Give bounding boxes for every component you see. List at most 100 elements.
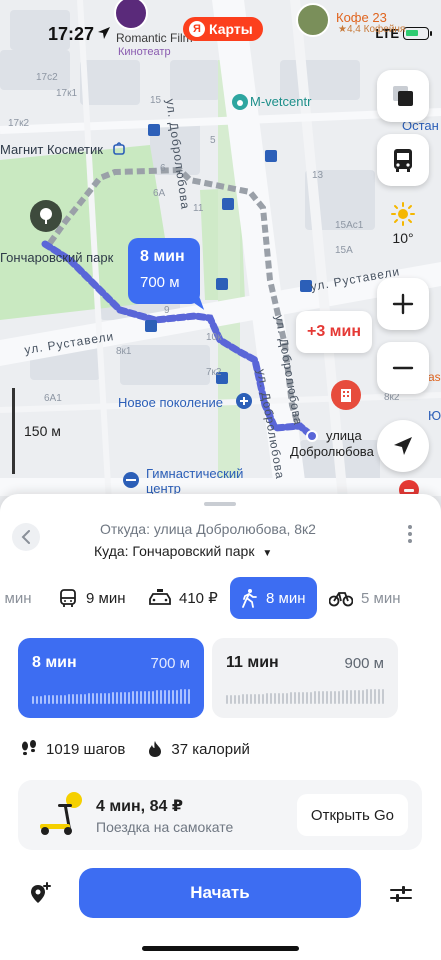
vet-icon [232,94,248,110]
more-vertical-icon[interactable] [408,524,412,544]
elevation-bar [132,691,134,704]
elevation-bar [92,693,94,704]
elevation-bar [230,695,232,704]
house-number: 17с2 [36,72,58,83]
route-to[interactable]: Куда: Гончаровский парк ▼ [94,543,272,559]
add-waypoint-icon[interactable] [28,882,52,906]
elevation-bar [136,691,138,704]
elevation-bar [36,696,38,704]
elevation-bar [44,695,46,704]
elevation-bar [128,692,130,704]
destination-label-line2: Добролюбова [290,444,374,459]
open-go-button[interactable]: Открыть Go [296,794,408,836]
sheet-grabber[interactable] [204,502,236,506]
elevation-bar [350,690,352,704]
tab-car[interactable]: 3 мин [0,578,32,618]
tab-taxi[interactable]: 410 ₽ [149,578,218,618]
elevation-profile [32,688,190,704]
magnit-label[interactable]: Магнит Косметик [0,142,103,157]
gym-label-line1[interactable]: Гимнастический [146,466,243,481]
cafe-name[interactable]: Кофе 23 [336,10,387,25]
gym-icon [123,472,139,488]
elevation-bar [112,692,114,704]
promo-title: 4 мин, 84 ₽ [96,798,183,815]
elevation-bar [258,694,260,704]
elevation-bar [72,694,74,704]
elevation-bar [180,689,182,704]
route-option-distance: 900 м [344,655,384,672]
cafe-rating: ★4,4 Кофейня [338,24,406,35]
flame-icon [149,741,162,757]
route-option-distance: 700 м [150,655,190,672]
transport-mode-tabs: 3 мин 9 мин 410 ₽ 8 мин [0,577,441,619]
elevation-bar [52,695,54,704]
elevation-bar [322,691,324,704]
destination-marker[interactable] [331,380,361,410]
elevation-bar [326,691,328,704]
navigation-arrow-icon [394,437,412,455]
route-settings-icon[interactable] [390,884,412,904]
elevation-bar [318,691,320,704]
elevation-bar [262,694,264,704]
route-option-card[interactable]: 11 мин 900 м [212,638,398,718]
chevron-left-icon [21,530,30,544]
elevation-bar [32,696,34,704]
transit-button[interactable] [377,134,429,186]
elevation-bar [84,694,86,704]
elevation-bar [120,692,122,704]
minus-icon [392,366,414,370]
park-marker[interactable] [30,200,62,232]
map-scale-label: 150 м [24,423,61,439]
route-bubble-time: 8 мин [140,248,185,265]
back-button[interactable] [12,523,40,551]
zoom-in-button[interactable] [377,278,429,330]
elevation-bar [270,693,272,704]
park-label[interactable]: Гончаровский парк [0,250,113,265]
school-label[interactable]: Новое поколение [118,395,223,410]
bike-icon [329,592,353,607]
elevation-bar [354,690,356,704]
house-number: 6А [153,188,166,199]
elevation-bar [148,691,150,704]
mode-label: 8 мин [266,589,306,607]
alt-route-delta-bubble[interactable]: +3 мин [296,311,372,353]
tree-icon [40,208,52,224]
layers-icon [393,86,413,106]
tab-walk[interactable]: 8 мин [230,577,317,619]
chevron-down-icon: ▼ [262,548,273,559]
elevation-bar [88,693,90,704]
app-badge[interactable]: Я Карты [183,17,263,41]
elevation-bar [374,689,376,704]
tab-transit[interactable]: 9 мин [58,578,126,618]
elevation-bar [80,694,82,704]
house-number: 17к1 [56,88,78,99]
elevation-bar [40,696,42,704]
vet-label[interactable]: M-vetcentr [250,94,311,109]
elevation-bar [254,694,256,704]
mode-label: 9 мин [86,589,126,607]
elevation-bar [56,695,58,704]
route-option-card[interactable]: 8 мин 700 м [18,638,204,718]
layers-button[interactable] [377,70,429,122]
weather-widget[interactable]: 10° [377,198,429,250]
start-navigation-button[interactable]: Начать [79,868,361,918]
map-view[interactable]: 17:27 LTE Romantic Film Кинотеатр Я Карт… [0,0,441,520]
elevation-bar [124,692,126,704]
elevation-bar [116,692,118,704]
elevation-bar [250,694,252,704]
route-from[interactable]: Откуда: улица Добролюбова, 8к2 [100,521,316,537]
elevation-bar [290,692,292,704]
elevation-bar [314,691,316,704]
route-time-bubble[interactable]: 8 мин 700 м [128,238,200,304]
house-number: 15А [335,245,353,256]
tab-bike[interactable]: 5 мин [329,578,401,618]
scooter-promo[interactable]: 4 мин, 84 ₽ Поездка на самокате Открыть … [18,780,422,850]
my-location-button[interactable] [377,420,429,472]
mode-label: 3 мин [0,589,32,607]
elevation-bar [104,693,106,704]
cinema-name[interactable]: Romantic Film [116,31,193,45]
weather-temp: 10° [392,230,414,246]
zoom-out-button[interactable] [377,342,429,394]
route-sheet: Откуда: улица Добролюбова, 8к2 Куда: Гон… [0,494,441,960]
cafe-avatar[interactable] [296,3,330,37]
